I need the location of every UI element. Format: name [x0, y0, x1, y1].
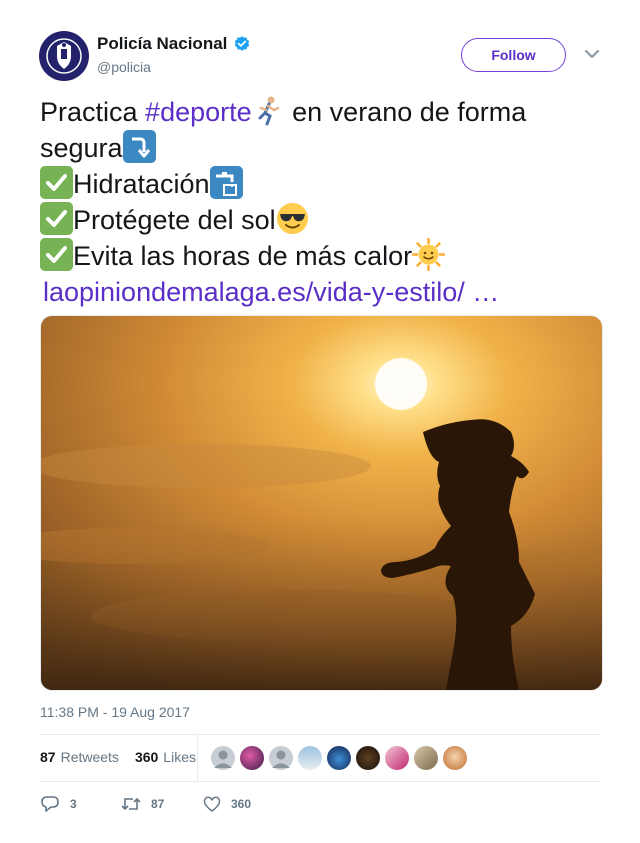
tweet-text: Practica #deporte en verano de forma seg… — [40, 94, 600, 310]
divider — [40, 781, 600, 782]
check-mark-button-icon — [40, 202, 73, 235]
like-count: 360 — [231, 797, 252, 811]
retweet-button[interactable]: 87 — [121, 796, 203, 812]
reply-count: 3 — [70, 797, 77, 811]
follow-button[interactable]: Follow — [461, 38, 566, 72]
hashtag-link[interactable]: #deporte — [145, 97, 252, 127]
right-arrow-curving-down-icon — [122, 130, 156, 163]
retweet-count: 87 — [151, 797, 165, 811]
tweet-text-suffix: en verano de forma — [284, 97, 527, 127]
check-mark-button-icon — [40, 166, 73, 199]
liker-avatar[interactable] — [211, 746, 235, 770]
retweets-label: Retweets — [60, 749, 119, 765]
liker-avatar[interactable] — [385, 746, 409, 770]
tweet-line-4: Protégete del sol — [40, 202, 600, 238]
liker-avatar[interactable] — [327, 746, 351, 770]
sun-with-face-icon — [412, 238, 446, 271]
engagement-stats: 87 Retweets 360 Likes — [40, 749, 212, 765]
police-badge-icon — [46, 38, 82, 74]
verified-badge-icon — [235, 36, 250, 51]
user-handle[interactable]: @policia — [97, 59, 151, 75]
liker-avatar[interactable] — [269, 746, 293, 770]
tweet-actions: 3 87 360 — [40, 795, 251, 813]
reply-icon — [41, 796, 59, 812]
display-name[interactable]: Policía Nacional — [97, 34, 227, 54]
like-button[interactable]: 360 — [203, 796, 251, 812]
tweet-item-hydration: Hidratación — [73, 169, 210, 199]
likes-stat[interactable]: 360 Likes — [135, 749, 196, 765]
check-mark-button-icon — [40, 238, 73, 271]
tweet-timestamp[interactable]: 11:38 PM - 19 Aug 2017 — [40, 704, 190, 720]
woman-running-at-sunset-photo — [41, 316, 602, 690]
liker-avatar[interactable] — [414, 746, 438, 770]
liker-avatar[interactable] — [298, 746, 322, 770]
reply-button[interactable]: 3 — [40, 795, 121, 813]
tweet-line-3: Hidratación — [40, 166, 600, 202]
retweets-stat[interactable]: 87 Retweets — [40, 749, 119, 765]
tweet-photo[interactable] — [40, 315, 603, 691]
tweet-item-sun-protection: Protégete del sol — [73, 205, 276, 235]
potable-water-icon — [209, 166, 243, 199]
tweet-line-2: segura — [40, 130, 600, 166]
running-person-icon — [258, 96, 279, 126]
tweet-line-1: Practica #deporte en verano de forma — [40, 94, 600, 130]
likes-count: 360 — [134, 749, 159, 765]
retweets-count: 87 — [40, 749, 56, 765]
article-link[interactable]: laopiniondemalaga.es/vida-y-estilo/ … — [40, 274, 600, 310]
smiling-face-with-sunglasses-icon — [276, 203, 308, 234]
liker-avatars — [211, 746, 472, 770]
tweet-item-avoid-heat: Evita las horas de más calor — [73, 241, 413, 271]
divider — [40, 734, 600, 735]
likes-label: Likes — [163, 749, 196, 765]
tweet-line-5: Evita las horas de más calor — [40, 238, 600, 274]
liker-avatar[interactable] — [443, 746, 467, 770]
profile-avatar[interactable] — [39, 31, 89, 81]
liker-avatar[interactable] — [356, 746, 380, 770]
liker-avatar[interactable] — [240, 746, 264, 770]
tweet-text-segura: segura — [40, 133, 123, 163]
chevron-down-icon[interactable] — [584, 48, 600, 60]
heart-icon — [203, 796, 221, 812]
retweet-icon — [121, 798, 141, 810]
stats-separator — [197, 735, 198, 781]
tweet-text-prefix: Practica — [40, 97, 146, 127]
